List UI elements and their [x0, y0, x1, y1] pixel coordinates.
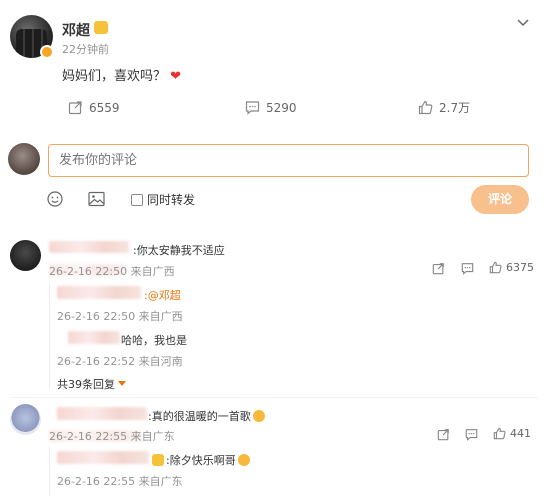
- comment-reply-button[interactable]: [461, 262, 474, 275]
- commenter-name-blurred[interactable]: [57, 407, 147, 420]
- share-icon: [432, 262, 445, 275]
- image-icon: [88, 191, 105, 207]
- comment-text: :真的很温暖的一首歌: [148, 410, 251, 423]
- repost-checkbox[interactable]: [131, 194, 143, 206]
- thumbs-up-icon: [493, 427, 506, 440]
- reply-meta: 26-2-16 22:52 来自河南: [57, 355, 183, 368]
- comment-count: 5290: [266, 100, 297, 115]
- submit-comment-button[interactable]: 评论: [471, 185, 529, 214]
- commenter-avatar[interactable]: [10, 404, 41, 435]
- repost-checkbox-label[interactable]: 同时转发: [147, 191, 195, 208]
- comment-meta: 26-2-16 22:55 来自广东: [49, 430, 175, 443]
- comment-like-count: 6375: [506, 261, 534, 274]
- reply-text: :除夕快乐啊哥: [166, 454, 236, 467]
- comment-text: :你太安静我不适应: [133, 244, 225, 257]
- smiley-icon: [47, 191, 63, 207]
- post-content: 妈妈们，喜欢吗？ ❤: [62, 65, 181, 84]
- comment-share-button[interactable]: [437, 428, 450, 441]
- image-button[interactable]: [88, 191, 105, 207]
- reply-meta: 26-2-16 22:55 来自广东: [57, 475, 183, 488]
- comment-like-count: 441: [510, 427, 531, 440]
- commenter-name-blurred[interactable]: [49, 241, 129, 253]
- divider: [10, 397, 538, 398]
- emoji-icon: [252, 410, 265, 422]
- comment-like-button[interactable]: 6375: [489, 261, 534, 274]
- comment-button[interactable]: 5290: [245, 100, 297, 115]
- more-replies-text: 共39条回复: [57, 378, 115, 391]
- chevron-down-icon[interactable]: [516, 15, 530, 29]
- comment-icon: [461, 262, 474, 275]
- emoji-icon: [237, 454, 250, 466]
- reply-content: :除夕快乐啊哥: [152, 452, 250, 468]
- comment-share-button[interactable]: [432, 262, 445, 275]
- heart-icon: ❤: [170, 69, 182, 84]
- share-icon: [437, 428, 450, 441]
- comment-icon: [465, 428, 478, 441]
- post-time[interactable]: 22分钟前: [62, 41, 109, 57]
- thread-line: [49, 446, 50, 496]
- vip-crown-icon: [94, 21, 108, 34]
- comment-like-button[interactable]: 441: [493, 427, 531, 440]
- more-replies-link[interactable]: 共39条回复: [57, 376, 126, 392]
- like-count: 2.7万: [439, 101, 471, 115]
- repost-count: 6559: [89, 100, 120, 115]
- replier-name-blurred[interactable]: [57, 451, 149, 464]
- thread-line: [49, 283, 50, 389]
- reply-text: 哈哈，我也是: [121, 334, 187, 347]
- thumbs-up-icon: [489, 261, 502, 274]
- post-text: 妈妈们，喜欢吗？: [62, 69, 167, 84]
- thumbs-up-icon: [418, 100, 433, 115]
- caret-down-icon: [118, 381, 126, 387]
- crown-icon: [152, 454, 164, 466]
- comment-reply-button[interactable]: [465, 428, 478, 441]
- replier-name-blurred[interactable]: [57, 286, 141, 299]
- author-name[interactable]: 邓超: [62, 20, 90, 40]
- comment-icon: [245, 100, 260, 115]
- comment-content: :真的很温暖的一首歌: [148, 408, 265, 424]
- comment-input[interactable]: [48, 144, 529, 177]
- reply-meta: 26-2-16 22:50 来自广西: [57, 310, 183, 323]
- like-button[interactable]: 2.7万: [418, 99, 470, 116]
- repost-button[interactable]: 6559: [68, 100, 120, 115]
- verified-badge-icon: [40, 45, 54, 59]
- share-icon: [68, 100, 83, 115]
- commenter-avatar[interactable]: [10, 240, 41, 271]
- emoji-button[interactable]: [47, 191, 63, 207]
- reply-mention[interactable]: :@邓超: [144, 287, 181, 303]
- my-avatar[interactable]: [8, 143, 40, 175]
- comment-meta: 26-2-16 22:50 来自广西: [49, 265, 175, 278]
- replier-name-blurred[interactable]: [68, 331, 120, 344]
